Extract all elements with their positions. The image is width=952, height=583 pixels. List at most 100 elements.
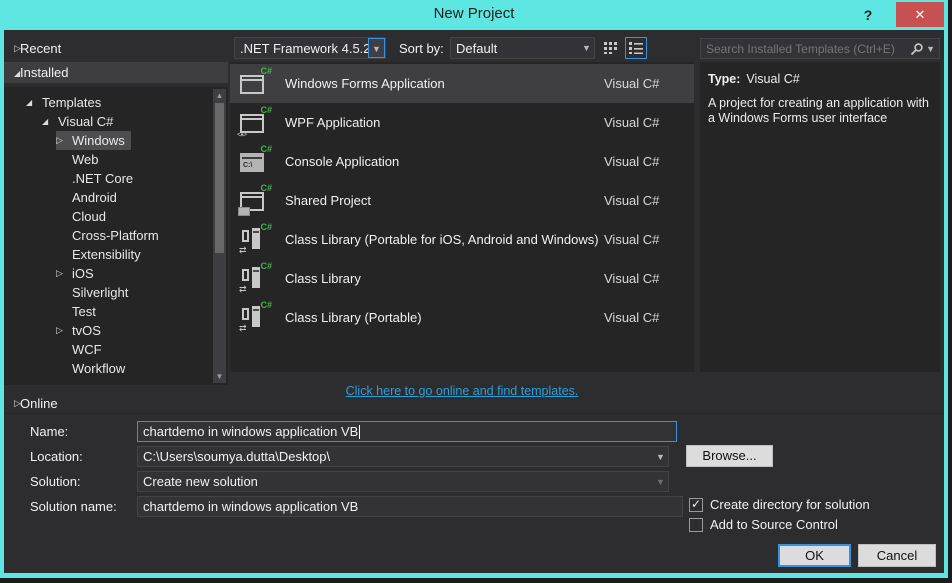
tree-item-label: tvOS — [72, 321, 101, 340]
browse-button[interactable]: Browse... — [686, 445, 773, 467]
divider — [4, 413, 944, 414]
tree-item-label: Web — [72, 150, 99, 169]
tree-item-label: Test — [72, 302, 96, 321]
sidebar-item-label: Online — [20, 396, 58, 411]
template-description: A project for creating an application wi… — [708, 96, 932, 126]
sidebar-item-installed[interactable]: Installed — [4, 62, 228, 83]
chevron-down-icon[interactable]: ▼ — [653, 452, 668, 462]
type-value: Visual C# — [746, 72, 799, 86]
tree-item-android[interactable]: Android — [4, 188, 228, 207]
template-language: Visual C# — [604, 115, 659, 130]
checkbox-label: Add to Source Control — [710, 517, 838, 532]
location-value: C:\Users\soumya.dutta\Desktop\ — [138, 449, 653, 464]
tree-item-label: Cloud — [72, 207, 106, 226]
close-button[interactable]: ✕ — [896, 2, 944, 27]
template-name: Class Library (Portable) — [285, 310, 422, 325]
ok-button[interactable]: OK — [778, 544, 851, 567]
cancel-button[interactable]: Cancel — [858, 544, 936, 567]
template-info-panel: Type: Visual C# A project for creating an… — [700, 62, 940, 372]
tree-item-silverlight[interactable]: Silverlight — [4, 283, 228, 302]
chevron-down-icon[interactable]: ▼ — [653, 477, 668, 487]
template-row-classlib[interactable]: ⇄C# Class Library Visual C# — [230, 259, 694, 298]
console-app-icon: C:\C# — [238, 146, 272, 178]
tree-item-visual-csharp[interactable]: Visual C# — [4, 112, 228, 131]
sort-value: Default — [451, 41, 579, 56]
class-library-icon: ⇄C# — [238, 302, 272, 334]
template-name: Windows Forms Application — [285, 76, 445, 91]
template-row-classlib-portable-ios-android[interactable]: ⇄C# Class Library (Portable for iOS, And… — [230, 220, 694, 259]
tree-item-net-core[interactable]: .NET Core — [4, 169, 228, 188]
solution-dropdown[interactable]: Create new solution ▼ — [137, 471, 669, 492]
chevron-collapsed-icon — [56, 321, 72, 340]
tree-item-tvos[interactable]: tvOS — [4, 321, 228, 340]
tree-item-cloud[interactable]: Cloud — [4, 207, 228, 226]
sort-by-label: Sort by: — [399, 41, 444, 56]
chevron-collapsed-icon — [4, 43, 20, 54]
tree-item-workflow[interactable]: Workflow — [4, 359, 228, 378]
sidebar-item-recent[interactable]: Recent — [4, 38, 228, 59]
sidebar-item-online[interactable]: Online — [4, 393, 228, 414]
scrollbar-thumb[interactable] — [215, 103, 224, 253]
type-label: Type: — [708, 72, 740, 86]
chevron-down-icon[interactable]: ▼ — [368, 38, 385, 58]
tree-item-label: WCF — [72, 340, 102, 359]
search-input[interactable] — [701, 42, 910, 56]
dialog-title: New Project — [0, 5, 948, 22]
sidebar-item-label: Recent — [20, 41, 61, 56]
scroll-up-icon[interactable]: ▲ — [213, 89, 226, 102]
template-language: Visual C# — [604, 193, 659, 208]
chevron-collapsed-icon — [56, 264, 72, 283]
location-dropdown[interactable]: C:\Users\soumya.dutta\Desktop\ ▼ — [137, 446, 669, 467]
tree-scrollbar[interactable]: ▲ ▼ — [213, 89, 226, 383]
template-row-shared-project[interactable]: C# Shared Project Visual C# — [230, 181, 694, 220]
chevron-collapsed-icon — [56, 131, 72, 150]
go-online-link[interactable]: Click here to go online and find templat… — [230, 384, 694, 398]
winforms-app-icon: C# — [238, 68, 272, 100]
sort-dropdown[interactable]: Default ▼ — [450, 37, 595, 59]
chevron-down-icon[interactable]: ▼ — [579, 43, 594, 53]
tree-item-wcf[interactable]: WCF — [4, 340, 228, 359]
template-language: Visual C# — [604, 154, 659, 169]
tree-item-windows[interactable]: Windows — [4, 131, 228, 150]
checkbox-unchecked-icon[interactable] — [689, 518, 703, 532]
class-library-icon: ⇄C# — [238, 263, 272, 295]
template-name: Class Library — [285, 271, 361, 286]
tree-item-label: Silverlight — [72, 283, 128, 302]
name-input[interactable]: chartdemo in windows application VB — [137, 421, 677, 442]
framework-dropdown[interactable]: .NET Framework 4.5.2 ▼ — [234, 37, 386, 59]
template-row-wpf[interactable]: <▪>C# WPF Application Visual C# — [230, 103, 694, 142]
tree-item-ios[interactable]: iOS — [4, 264, 228, 283]
template-language: Visual C# — [604, 76, 659, 91]
search-box[interactable]: ▼ — [700, 38, 940, 59]
template-row-winforms[interactable]: C# Windows Forms Application Visual C# — [230, 64, 694, 103]
list-view-button[interactable] — [625, 37, 647, 59]
sidebar-item-label: Installed — [20, 65, 68, 80]
checkbox-label: Create directory for solution — [710, 497, 870, 512]
checkbox-checked-icon[interactable] — [689, 498, 703, 512]
create-directory-checkbox-row[interactable]: Create directory for solution — [689, 497, 870, 512]
chevron-down-icon[interactable]: ▼ — [924, 44, 939, 54]
solution-name-label: Solution name: — [30, 499, 117, 514]
source-control-checkbox-row[interactable]: Add to Source Control — [689, 517, 838, 532]
template-name: WPF Application — [285, 115, 380, 130]
tree-item-label: .NET Core — [72, 169, 133, 188]
tree-item-label: Windows — [72, 131, 125, 150]
tree-item-templates[interactable]: Templates — [4, 93, 228, 112]
tree-item-test[interactable]: Test — [4, 302, 228, 321]
name-label: Name: — [30, 424, 68, 439]
chevron-expanded-icon — [4, 68, 20, 78]
chevron-collapsed-icon — [4, 398, 20, 409]
tree-item-extensibility[interactable]: Extensibility — [4, 245, 228, 264]
tree-item-cross-platform[interactable]: Cross-Platform — [4, 226, 228, 245]
solution-name-input[interactable]: chartdemo in windows application VB — [137, 496, 683, 517]
titlebar[interactable]: New Project ? ✕ — [0, 0, 948, 30]
template-row-classlib-portable[interactable]: ⇄C# Class Library (Portable) Visual C# — [230, 298, 694, 337]
tree-item-web[interactable]: Web — [4, 150, 228, 169]
help-button[interactable]: ? — [858, 4, 878, 26]
template-row-console[interactable]: C:\C# Console Application Visual C# — [230, 142, 694, 181]
template-language: Visual C# — [604, 232, 659, 247]
small-icons-view-button[interactable] — [600, 37, 622, 59]
search-icon[interactable] — [910, 42, 924, 56]
wpf-app-icon: <▪>C# — [238, 107, 272, 139]
scroll-down-icon[interactable]: ▼ — [213, 370, 226, 383]
